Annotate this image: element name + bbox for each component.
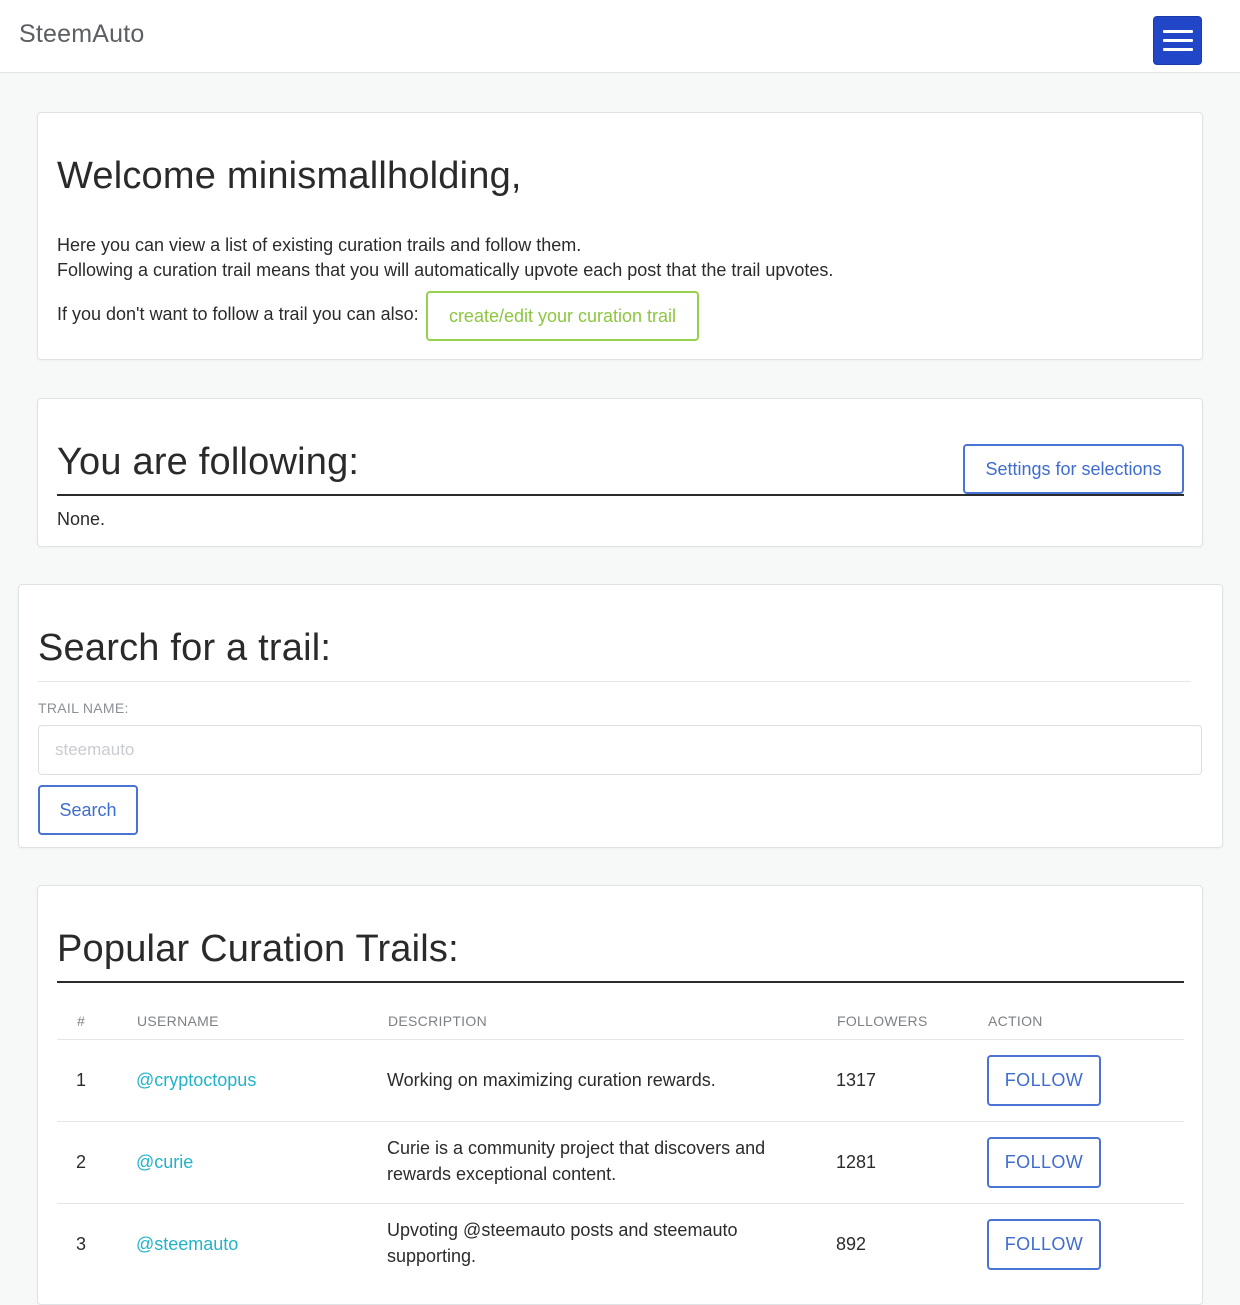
welcome-title: Welcome minismallholding,: [57, 155, 522, 197]
welcome-description-2: Following a curation trail means that yo…: [57, 260, 834, 280]
column-header-number: #: [77, 1013, 86, 1029]
trail-username-link[interactable]: @curie: [136, 1149, 193, 1175]
follow-button[interactable]: FOLLOW: [987, 1055, 1101, 1106]
follow-button[interactable]: FOLLOW: [987, 1219, 1101, 1270]
brand-logo-text[interactable]: SteemAuto: [19, 20, 144, 49]
welcome-description-3: If you don't want to follow a trail you …: [57, 304, 419, 324]
trail-username-link[interactable]: @steemauto: [136, 1231, 238, 1257]
column-header-followers: FOLLOWERS: [837, 1013, 928, 1029]
menu-bar: [1162, 30, 1193, 33]
section-divider: [57, 494, 1184, 496]
following-card: You are following: Settings for selectio…: [37, 398, 1203, 547]
trail-description: Curie is a community project that discov…: [387, 1138, 766, 1184]
column-header-action: ACTION: [988, 1013, 1043, 1029]
trail-name-label: TRAIL NAME:: [38, 700, 129, 716]
table-row: 1 @cryptoctopus Working on maximizing cu…: [57, 1039, 1184, 1121]
follow-button[interactable]: FOLLOW: [987, 1137, 1101, 1188]
top-navbar: SteemAuto: [0, 0, 1240, 73]
popular-trails-title: Popular Curation Trails:: [57, 928, 459, 970]
trail-description: Upvoting @steemauto posts and steemauto …: [387, 1220, 738, 1266]
following-title: You are following:: [57, 441, 360, 483]
trail-followers-count: 1281: [836, 1152, 877, 1172]
following-value: None.: [57, 509, 106, 529]
search-button[interactable]: Search: [38, 785, 138, 835]
search-card: Search for a trail: TRAIL NAME: Search: [18, 584, 1223, 848]
popular-trails-card: Popular Curation Trails: # USERNAME DESC…: [37, 885, 1203, 1305]
section-divider: [38, 681, 1191, 682]
row-number: 1: [76, 1070, 87, 1090]
row-number: 3: [76, 1234, 87, 1254]
column-header-username: USERNAME: [137, 1013, 219, 1029]
menu-bar: [1162, 39, 1193, 42]
trail-followers-count: 1317: [836, 1070, 877, 1090]
search-title: Search for a trail:: [38, 627, 332, 669]
trail-description: Working on maximizing curation rewards.: [387, 1070, 716, 1090]
settings-for-selections-button[interactable]: Settings for selections: [963, 444, 1184, 494]
column-header-description: DESCRIPTION: [388, 1013, 487, 1029]
welcome-description-1: Here you can view a list of existing cur…: [57, 235, 582, 255]
table-row: 2 @curie Curie is a community project th…: [57, 1121, 1184, 1203]
trail-name-input[interactable]: [38, 725, 1202, 775]
create-edit-trail-button[interactable]: create/edit your curation trail: [426, 291, 699, 341]
section-divider: [57, 981, 1184, 983]
menu-bar: [1162, 48, 1193, 51]
trail-followers-count: 892: [836, 1234, 867, 1254]
row-number: 2: [76, 1152, 87, 1172]
welcome-card: Welcome minismallholding, Here you can v…: [37, 112, 1203, 360]
hamburger-menu-icon[interactable]: [1153, 16, 1202, 65]
table-row: 3 @steemauto Upvoting @steemauto posts a…: [57, 1203, 1184, 1285]
trail-username-link[interactable]: @cryptoctopus: [136, 1067, 256, 1093]
